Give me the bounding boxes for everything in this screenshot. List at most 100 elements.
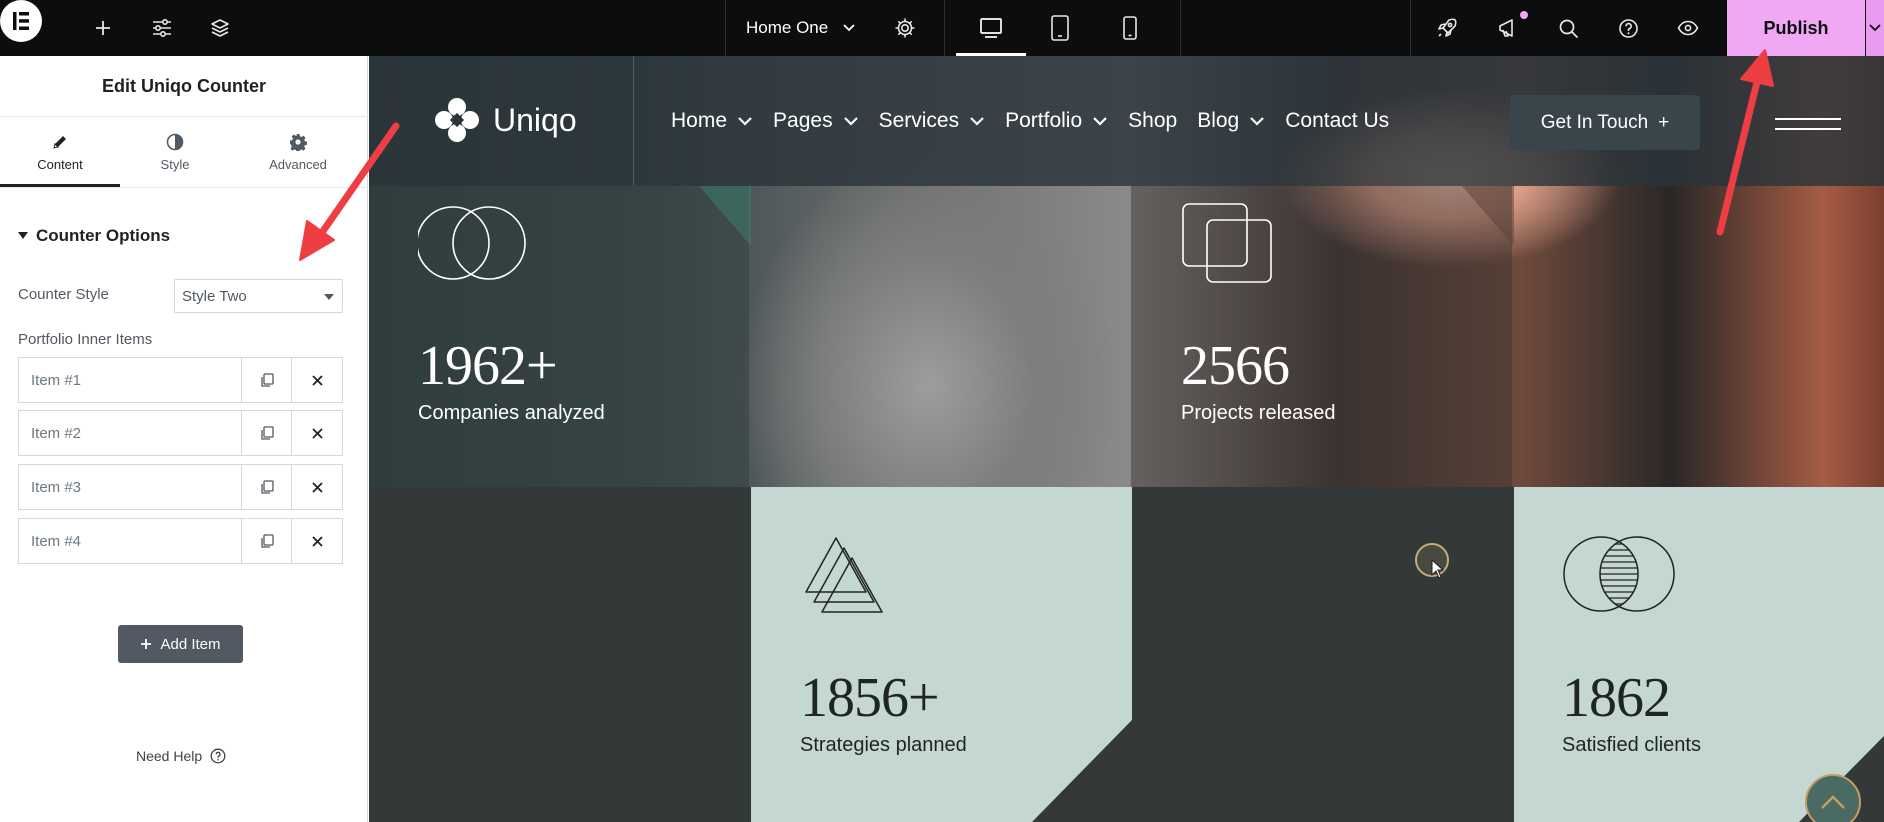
- rocket-icon[interactable]: [1432, 0, 1462, 56]
- page-preview: Uniqo Home Pages Services Portfolio Shop…: [369, 56, 1884, 822]
- page-settings-gear-icon[interactable]: [888, 0, 922, 56]
- remove-icon[interactable]: [292, 411, 342, 455]
- tab-content[interactable]: Content: [0, 117, 120, 187]
- add-icon[interactable]: [88, 0, 118, 56]
- remove-icon[interactable]: [292, 519, 342, 563]
- nav-item-portfolio[interactable]: Portfolio: [1005, 109, 1108, 133]
- duplicate-icon[interactable]: [242, 519, 292, 563]
- repeater-item-title[interactable]: Item #2: [19, 411, 242, 455]
- divider: [1410, 0, 1411, 56]
- panel-title: Edit Uniqo Counter: [0, 56, 368, 117]
- tab-advanced-label: Advanced: [269, 156, 327, 172]
- nav-item-contact-us[interactable]: Contact Us: [1285, 109, 1389, 133]
- chevron-down-icon: [842, 23, 856, 33]
- divider: [725, 0, 726, 56]
- counter-number: 1856+: [800, 667, 940, 729]
- tile-corner-cut: [1032, 720, 1132, 822]
- nav-label: Portfolio: [1005, 109, 1083, 132]
- counter-label: Strategies planned: [800, 734, 967, 756]
- counter-text: 1862 Satisfied clients: [1562, 666, 1701, 757]
- caret-down-icon: [18, 232, 28, 240]
- publish-button[interactable]: Publish: [1727, 0, 1865, 56]
- pencil-icon: [51, 133, 69, 151]
- counter-label: Companies analyzed: [418, 402, 605, 424]
- site-header: Uniqo Home Pages Services Portfolio Shop…: [369, 56, 1884, 186]
- page-selector[interactable]: Home One: [746, 0, 856, 56]
- nav-item-pages[interactable]: Pages: [773, 109, 859, 133]
- need-help-link[interactable]: Need Help: [136, 748, 226, 764]
- counter-label: Satisfied clients: [1562, 734, 1701, 756]
- counter-item: [1182, 203, 1274, 285]
- mobile-icon[interactable]: [1115, 0, 1145, 56]
- tab-style-label: Style: [160, 156, 190, 172]
- counter-style-select[interactable]: Style Two: [174, 279, 343, 313]
- counter-number: 1862: [1562, 667, 1671, 729]
- logo-text: Uniqo: [493, 101, 577, 138]
- add-item-button[interactable]: Add Item: [118, 625, 243, 663]
- tab-advanced[interactable]: Advanced: [238, 117, 358, 187]
- divider: [944, 0, 945, 56]
- repeater-item-title[interactable]: Item #3: [19, 465, 242, 509]
- search-icon[interactable]: [1553, 0, 1583, 56]
- counter-style-label: Counter Style: [18, 286, 109, 303]
- help-icon: [210, 748, 226, 764]
- tablet-icon[interactable]: [1045, 0, 1075, 56]
- publish-options-chevron-icon[interactable]: [1866, 0, 1884, 56]
- nav-label: Home: [671, 109, 728, 132]
- announcement-icon[interactable]: [1493, 0, 1523, 56]
- repeater-item-title[interactable]: Item #1: [19, 358, 242, 402]
- scroll-to-top-button[interactable]: [1805, 774, 1861, 822]
- elementor-logo-icon[interactable]: [0, 0, 42, 42]
- layers-icon[interactable]: [205, 0, 235, 56]
- divider: [1180, 0, 1181, 56]
- page-name: Home One: [746, 18, 829, 37]
- help-icon[interactable]: [1613, 0, 1643, 56]
- cta-label: Get In Touch: [1540, 111, 1649, 133]
- overlapping-circles-icon: [418, 203, 528, 283]
- chevron-down-icon: [970, 117, 984, 126]
- desktop-icon[interactable]: [976, 0, 1006, 56]
- gear-icon: [289, 133, 307, 151]
- duplicate-icon[interactable]: [242, 358, 292, 402]
- repeater-item[interactable]: Item #4: [18, 518, 343, 564]
- need-help-label: Need Help: [136, 748, 203, 764]
- counter-label: Projects released: [1181, 402, 1336, 424]
- preview-eye-icon[interactable]: [1673, 0, 1703, 56]
- striped-circles-icon: [1563, 534, 1675, 614]
- tab-style[interactable]: Style: [115, 117, 235, 187]
- overlapping-squares-icon: [1182, 203, 1274, 285]
- counter-item: [804, 536, 884, 614]
- settings-sliders-icon[interactable]: [147, 0, 177, 56]
- cta-plus: +: [1658, 111, 1670, 133]
- counter-item: [418, 203, 528, 283]
- duplicate-icon[interactable]: [242, 465, 292, 509]
- tab-content-label: Content: [37, 156, 83, 172]
- hamburger-menu-icon[interactable]: [1775, 114, 1841, 134]
- counter-number: 1962+: [418, 335, 558, 397]
- chevron-down-icon: [1250, 117, 1265, 126]
- nav-item-shop[interactable]: Shop: [1128, 109, 1177, 133]
- duplicate-icon[interactable]: [242, 411, 292, 455]
- nav-item-blog[interactable]: Blog: [1197, 109, 1265, 133]
- notification-dot: [1520, 11, 1528, 19]
- mouse-cursor-icon: [1431, 559, 1445, 579]
- repeater-item[interactable]: Item #1: [18, 357, 343, 403]
- repeater-item[interactable]: Item #3: [18, 464, 343, 510]
- editor-topbar: Home One Publish: [0, 0, 1884, 56]
- chevron-down-icon: [843, 117, 858, 126]
- add-item-label: Add Item: [160, 635, 221, 653]
- half-circle-icon: [166, 133, 184, 151]
- remove-icon[interactable]: [292, 465, 342, 509]
- nav-item-home[interactable]: Home: [671, 109, 753, 133]
- logo-mark-icon: [433, 98, 481, 142]
- get-in-touch-button[interactable]: Get In Touch +: [1510, 95, 1700, 150]
- divider: [633, 56, 634, 186]
- nav-label: Shop: [1128, 109, 1178, 132]
- nav-item-services[interactable]: Services: [879, 109, 986, 133]
- tile-corner-cut: [699, 186, 751, 246]
- site-logo[interactable]: Uniqo: [433, 98, 577, 142]
- remove-icon[interactable]: [292, 358, 342, 402]
- section-counter-options[interactable]: Counter Options: [18, 226, 170, 246]
- repeater-item-title[interactable]: Item #4: [19, 519, 242, 563]
- repeater-item[interactable]: Item #2: [18, 410, 343, 456]
